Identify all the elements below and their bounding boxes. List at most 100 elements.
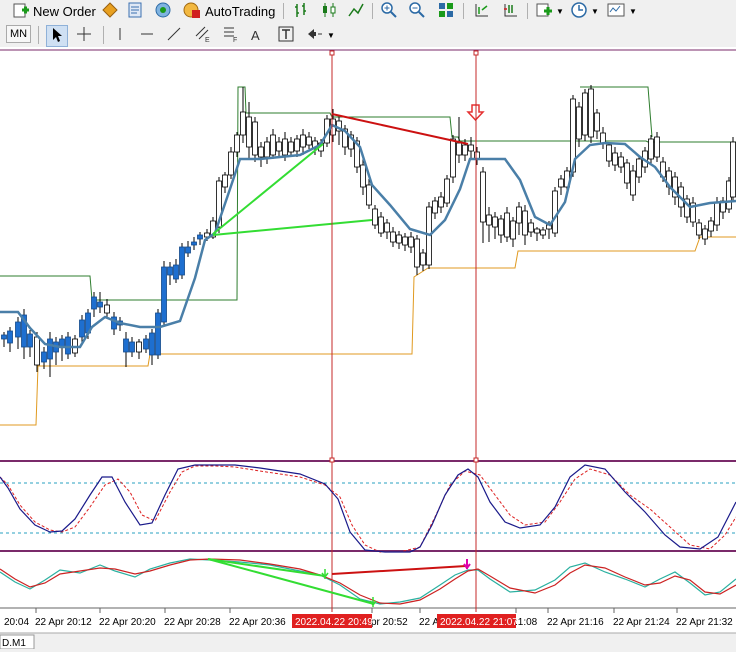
candlestick-chart-button[interactable]: [320, 1, 338, 21]
text-tool-button[interactable]: A: [251, 25, 260, 45]
autotrading-button[interactable]: AutoTrading: [182, 1, 275, 21]
time-label: :1:08: [515, 617, 538, 628]
candle-body: [246, 116, 252, 148]
bar-chart-button[interactable]: [292, 1, 310, 21]
zoom-in-icon: [380, 1, 398, 22]
candle-body: [432, 200, 438, 214]
vline-handle-2[interactable]: [473, 50, 479, 56]
candle-body: [191, 241, 197, 246]
horizontal-line-icon: [139, 26, 155, 45]
autotrading-label: AutoTrading: [205, 3, 276, 19]
zoom-in-button[interactable]: [380, 1, 398, 21]
vline-time-label-1: 2022.04.22 20:49: [295, 617, 373, 628]
line-chart-button[interactable]: [347, 1, 365, 21]
chart-tabs-bar: [0, 633, 736, 649]
fibonacci-button[interactable]: F: [222, 25, 240, 45]
candle-body: [155, 312, 161, 356]
candle-body: [294, 138, 300, 152]
cursor-button[interactable]: [46, 25, 68, 47]
candle-body: [630, 170, 636, 196]
vertical-line-button[interactable]: [112, 25, 128, 45]
candle-body: [486, 214, 492, 226]
arrows-button[interactable]: ▼: [306, 25, 335, 45]
candle-body: [47, 338, 53, 360]
candle-body: [104, 304, 110, 314]
candle-body: [552, 190, 558, 234]
candle-body: [730, 141, 736, 198]
osc-marker-green-2: [369, 597, 377, 607]
autoscroll-icon: [501, 1, 519, 22]
candle-body: [149, 332, 155, 356]
moving-average-line: [0, 123, 736, 349]
candle-body: [714, 202, 720, 226]
candle-body: [516, 206, 522, 224]
candle-body: [450, 138, 456, 178]
candle-body: [558, 178, 564, 188]
market-watch-button[interactable]: [101, 1, 119, 21]
templates-button[interactable]: ▼: [606, 1, 637, 21]
candle-body: [97, 301, 103, 308]
candle-body: [438, 196, 444, 208]
template-icon: [606, 1, 626, 22]
indicators-button[interactable]: ▼: [535, 1, 564, 21]
candle-body: [522, 210, 528, 236]
candle-body: [240, 111, 246, 136]
candle-body: [129, 341, 135, 353]
candle-body: [396, 234, 402, 244]
chart-tab-label: D.M1: [2, 638, 26, 649]
horizontal-line-button[interactable]: [139, 25, 155, 45]
periods-button[interactable]: ▼: [570, 1, 599, 21]
vline-handle-4[interactable]: [473, 457, 479, 463]
zoom-out-icon: [408, 1, 426, 22]
svg-text:F: F: [233, 37, 237, 43]
trendline-icon: [166, 26, 182, 45]
drawing-toolbar: MN E F A ▼: [0, 22, 736, 48]
document-icon: [126, 1, 144, 22]
candle-body: [600, 132, 606, 144]
trendline-button[interactable]: [166, 25, 182, 45]
candle-body: [456, 142, 462, 156]
candle-body: [702, 228, 708, 240]
osc-divergence-green-2: [207, 558, 375, 605]
candle-body: [648, 138, 654, 160]
candle-body: [276, 141, 282, 152]
candle-body: [123, 338, 129, 353]
chart-window[interactable]: 20:04 22 Apr 20:12 22 Apr 20:20 22 Apr 2…: [0, 47, 736, 650]
chart-shift-icon: [472, 1, 490, 22]
zoom-out-button[interactable]: [408, 1, 426, 21]
crosshair-button[interactable]: [76, 25, 92, 45]
navigator-button[interactable]: [126, 1, 144, 21]
tile-windows-icon: [437, 1, 455, 22]
candle-body: [462, 144, 468, 156]
candle-body: [185, 246, 191, 254]
crosshair-icon: [76, 26, 92, 45]
toolbar-separator: [103, 26, 104, 44]
timeframe-label: MN: [10, 28, 28, 40]
timeframe-mn-button[interactable]: MN: [6, 25, 32, 43]
candlesticks: [1, 85, 736, 377]
candle-body: [414, 238, 420, 268]
candle-body: [306, 136, 312, 146]
candle-body: [612, 152, 618, 166]
candle-body: [91, 296, 97, 310]
vline-handle-1[interactable]: [329, 50, 335, 56]
vertical-line-icon: [112, 26, 128, 45]
chevron-down-icon: ▼: [327, 30, 335, 40]
text-label-button[interactable]: [278, 25, 294, 45]
tile-windows-button[interactable]: [437, 1, 455, 21]
chart-top: [0, 47, 736, 49]
equidistant-channel-button[interactable]: E: [194, 25, 212, 45]
time-label: 22 Apr 20:20: [99, 617, 156, 628]
autoscroll-button[interactable]: [501, 1, 519, 21]
text-label-icon: [278, 26, 294, 45]
vline-handle-3[interactable]: [329, 457, 335, 463]
chart-shift-button[interactable]: [472, 1, 490, 21]
new-order-button[interactable]: New Order: [12, 1, 96, 21]
candle-body: [582, 92, 588, 136]
time-label: 22 Apr 20:28: [164, 617, 221, 628]
candle-body: [534, 228, 540, 234]
candle-body: [65, 336, 71, 355]
price-chart[interactable]: 20:04 22 Apr 20:12 22 Apr 20:20 22 Apr 2…: [0, 47, 736, 650]
candle-body: [636, 158, 642, 178]
signals-button[interactable]: [154, 1, 172, 21]
